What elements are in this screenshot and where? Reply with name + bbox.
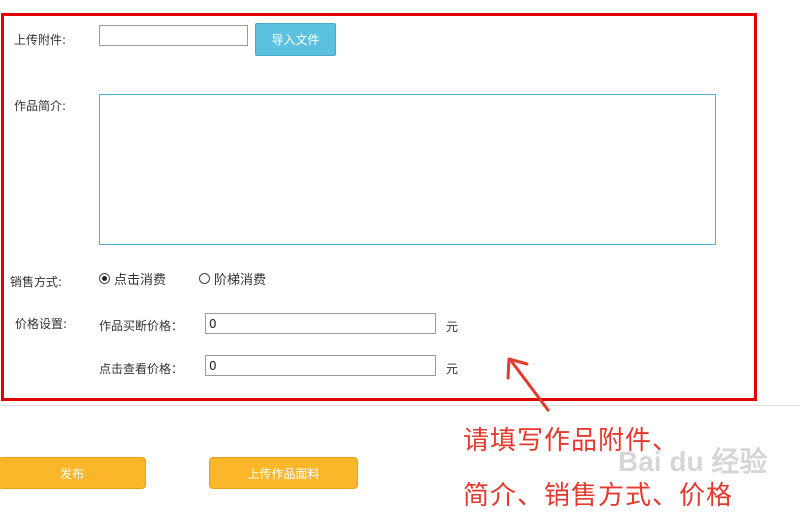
- radio-selected-icon: [99, 273, 110, 284]
- annotation-arrow-icon: [506, 357, 550, 412]
- view-currency-unit: 元: [446, 362, 459, 376]
- description-textarea[interactable]: [99, 94, 716, 245]
- publish-button[interactable]: 发布: [0, 457, 146, 489]
- buyout-currency-unit: 元: [446, 320, 459, 334]
- sales-mode-label: 销售方式:: [10, 275, 63, 289]
- price-settings-label: 价格设置:: [15, 317, 68, 331]
- sales-option-click[interactable]: 点击消费: [99, 269, 166, 288]
- view-price-label: 点击查看价格：: [99, 362, 184, 376]
- annotation-line-2: 简介、销售方式、价格: [463, 481, 734, 511]
- description-label: 作品简介:: [14, 99, 67, 113]
- file-path-input[interactable]: [99, 25, 248, 46]
- buyout-price-label: 作品买断价格：: [99, 319, 184, 333]
- section-divider: [0, 405, 800, 406]
- import-file-button[interactable]: 导入文件: [255, 23, 336, 56]
- sales-option-label: 阶梯消费: [214, 273, 267, 288]
- radio-unselected-icon: [199, 273, 210, 284]
- buyout-price-input[interactable]: [205, 313, 436, 334]
- annotation-line-1: 请填写作品附件、: [463, 426, 680, 456]
- upload-label: 上传附件:: [14, 33, 67, 47]
- sales-option-tiered[interactable]: 阶梯消费: [199, 269, 266, 288]
- upload-material-button[interactable]: 上传作品面料: [209, 457, 358, 489]
- sales-option-label: 点击消费: [114, 273, 167, 288]
- view-price-input[interactable]: [205, 355, 436, 376]
